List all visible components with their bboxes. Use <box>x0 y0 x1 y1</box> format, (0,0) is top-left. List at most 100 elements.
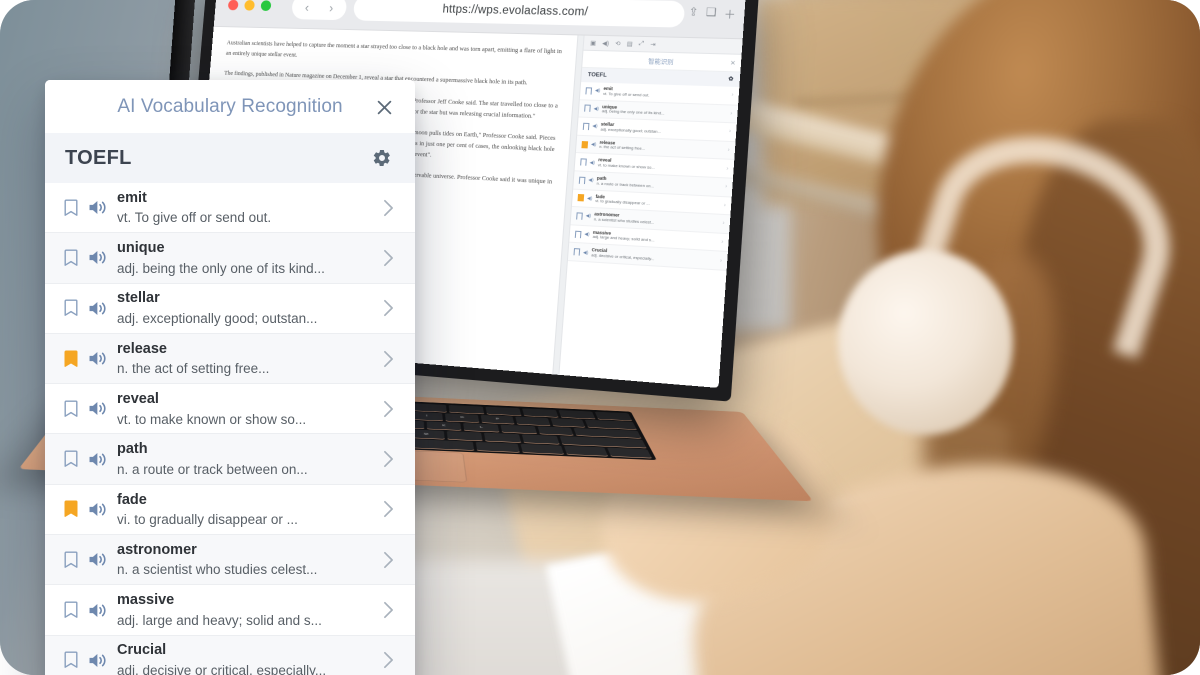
chevron-left-icon[interactable]: ‹ <box>295 0 319 17</box>
key[interactable] <box>550 417 586 427</box>
fullscreen-icon[interactable]: ⤢ <box>639 40 644 47</box>
list-item[interactable]: unique adj. being the only one of its kin… <box>45 233 415 284</box>
speaker-icon[interactable]: ◀) <box>583 249 589 255</box>
chevron-right-icon[interactable] <box>377 500 399 518</box>
bookmark-icon[interactable] <box>61 601 81 619</box>
key[interactable] <box>520 443 564 455</box>
bookmark-icon[interactable] <box>578 176 586 184</box>
translate-icon[interactable]: ⟲ <box>615 40 621 47</box>
chevron-right-icon[interactable]: › <box>721 239 723 245</box>
dictionary-icon[interactable]: ▤ <box>627 40 633 47</box>
chevron-right-icon[interactable] <box>377 450 399 468</box>
speaker-icon[interactable]: ◀) <box>585 213 592 219</box>
bookmark-icon[interactable] <box>581 140 589 148</box>
close-window-button[interactable] <box>227 0 239 11</box>
bookmark-icon[interactable] <box>577 194 585 202</box>
list-item[interactable]: reveal vt. to make known or show so... <box>45 384 415 435</box>
key[interactable] <box>449 404 485 414</box>
list-item[interactable]: massive adj. large and heavy; solid and s… <box>45 585 415 636</box>
key[interactable]: P <box>480 414 515 424</box>
zoom-window-button[interactable] <box>260 0 272 11</box>
gear-icon[interactable]: ✿ <box>728 76 733 82</box>
chevron-right-icon[interactable]: › <box>729 129 731 135</box>
key[interactable] <box>558 409 596 419</box>
chevron-right-icon[interactable] <box>377 400 399 418</box>
key[interactable] <box>537 426 574 436</box>
bookmark-icon[interactable] <box>61 400 81 418</box>
url-bar[interactable]: https://wps.evolaclass.com/ <box>352 0 686 28</box>
bookmark-icon[interactable] <box>576 212 583 220</box>
speaker-icon[interactable]: ◀) <box>592 124 598 130</box>
list-item[interactable]: release n. the act of setting free... <box>45 333 415 385</box>
chevron-right-icon[interactable]: › <box>724 202 726 208</box>
speaker-icon[interactable]: ◀) <box>591 142 597 148</box>
chevron-right-icon[interactable]: › <box>722 221 724 227</box>
key[interactable] <box>515 416 551 426</box>
speaker-icon[interactable] <box>81 652 115 669</box>
share-icon[interactable]: ⇪ <box>688 5 699 22</box>
bookmark-icon[interactable] <box>61 199 81 217</box>
chevron-right-icon[interactable] <box>377 199 399 217</box>
mini-vocab-list[interactable]: ◀) emit vt. To give off or send out. › ◀) uni… <box>559 82 740 388</box>
key[interactable] <box>594 411 632 421</box>
list-item[interactable]: Crucial adj. decisive or critical, especi… <box>45 635 415 675</box>
key[interactable]: K <box>426 421 462 431</box>
list-item[interactable]: path n. a route or track between on... <box>45 434 415 485</box>
speaker-icon[interactable] <box>81 551 115 568</box>
speaker-icon[interactable] <box>81 400 115 417</box>
chevron-right-icon[interactable]: › <box>726 166 728 172</box>
bookmark-icon[interactable] <box>585 87 593 95</box>
bookmark-icon[interactable] <box>574 230 582 238</box>
bookmark-icon[interactable] <box>573 248 581 256</box>
speaker-icon[interactable]: ◀) <box>593 106 599 112</box>
chevron-right-icon[interactable] <box>377 299 399 317</box>
key[interactable] <box>607 447 652 458</box>
speaker-icon[interactable] <box>81 501 115 518</box>
key[interactable]: L <box>463 422 500 433</box>
speaker-icon[interactable]: ◀) <box>584 231 590 237</box>
speaker-icon[interactable]: ◀) <box>588 177 594 183</box>
bookmark-icon[interactable] <box>584 104 591 113</box>
note-icon[interactable]: ▣ <box>590 39 596 46</box>
close-icon[interactable] <box>374 97 394 117</box>
bookmark-icon[interactable] <box>61 249 81 267</box>
key[interactable] <box>522 434 560 445</box>
chevron-right-icon[interactable]: › <box>319 0 343 17</box>
bookmark-icon[interactable] <box>61 350 81 368</box>
speaker-icon[interactable] <box>81 350 115 367</box>
speaker-icon[interactable] <box>81 300 115 317</box>
minimize-window-button[interactable] <box>244 0 255 11</box>
list-item[interactable]: emit vt. To give off or send out. <box>45 183 415 234</box>
speaker-icon[interactable] <box>81 199 115 216</box>
list-item[interactable]: astronomer n. a scientist who studies cel… <box>45 535 415 586</box>
bookmark-icon[interactable] <box>61 450 81 468</box>
speaker-icon[interactable]: ◀) <box>587 195 593 201</box>
speaker-icon[interactable] <box>81 602 115 619</box>
speaker-icon[interactable] <box>81 249 115 266</box>
bookmark-icon[interactable] <box>61 500 81 518</box>
list-item[interactable]: stellar adj. exceptionally good; outstan.… <box>45 283 415 334</box>
bookmark-icon[interactable] <box>61 651 81 669</box>
chevron-right-icon[interactable]: › <box>727 147 729 153</box>
chevron-right-icon[interactable]: › <box>725 184 727 190</box>
chevron-right-icon[interactable] <box>377 350 399 368</box>
chevron-right-icon[interactable] <box>377 601 399 619</box>
key[interactable] <box>522 408 559 418</box>
bookmark-icon[interactable] <box>61 551 81 569</box>
gear-icon[interactable] <box>371 147 393 169</box>
bookmark-icon[interactable] <box>580 158 587 166</box>
list-item[interactable]: fade vi. to gradually disappear or ... <box>45 484 415 536</box>
speaker-icon[interactable]: ◀) <box>589 159 596 165</box>
bookmark-icon[interactable] <box>582 122 590 131</box>
key[interactable] <box>485 406 522 416</box>
close-icon[interactable]: ✕ <box>730 59 736 66</box>
add-tab-icon[interactable]: ＋ <box>723 6 736 23</box>
chevron-right-icon[interactable]: › <box>720 258 722 264</box>
key[interactable] <box>484 432 522 443</box>
key[interactable] <box>500 424 537 434</box>
speaker-icon[interactable] <box>81 451 115 468</box>
key[interactable]: O <box>445 413 480 423</box>
key[interactable] <box>476 441 520 453</box>
tabs-icon[interactable]: ❑ <box>705 5 717 22</box>
key[interactable] <box>412 403 448 412</box>
